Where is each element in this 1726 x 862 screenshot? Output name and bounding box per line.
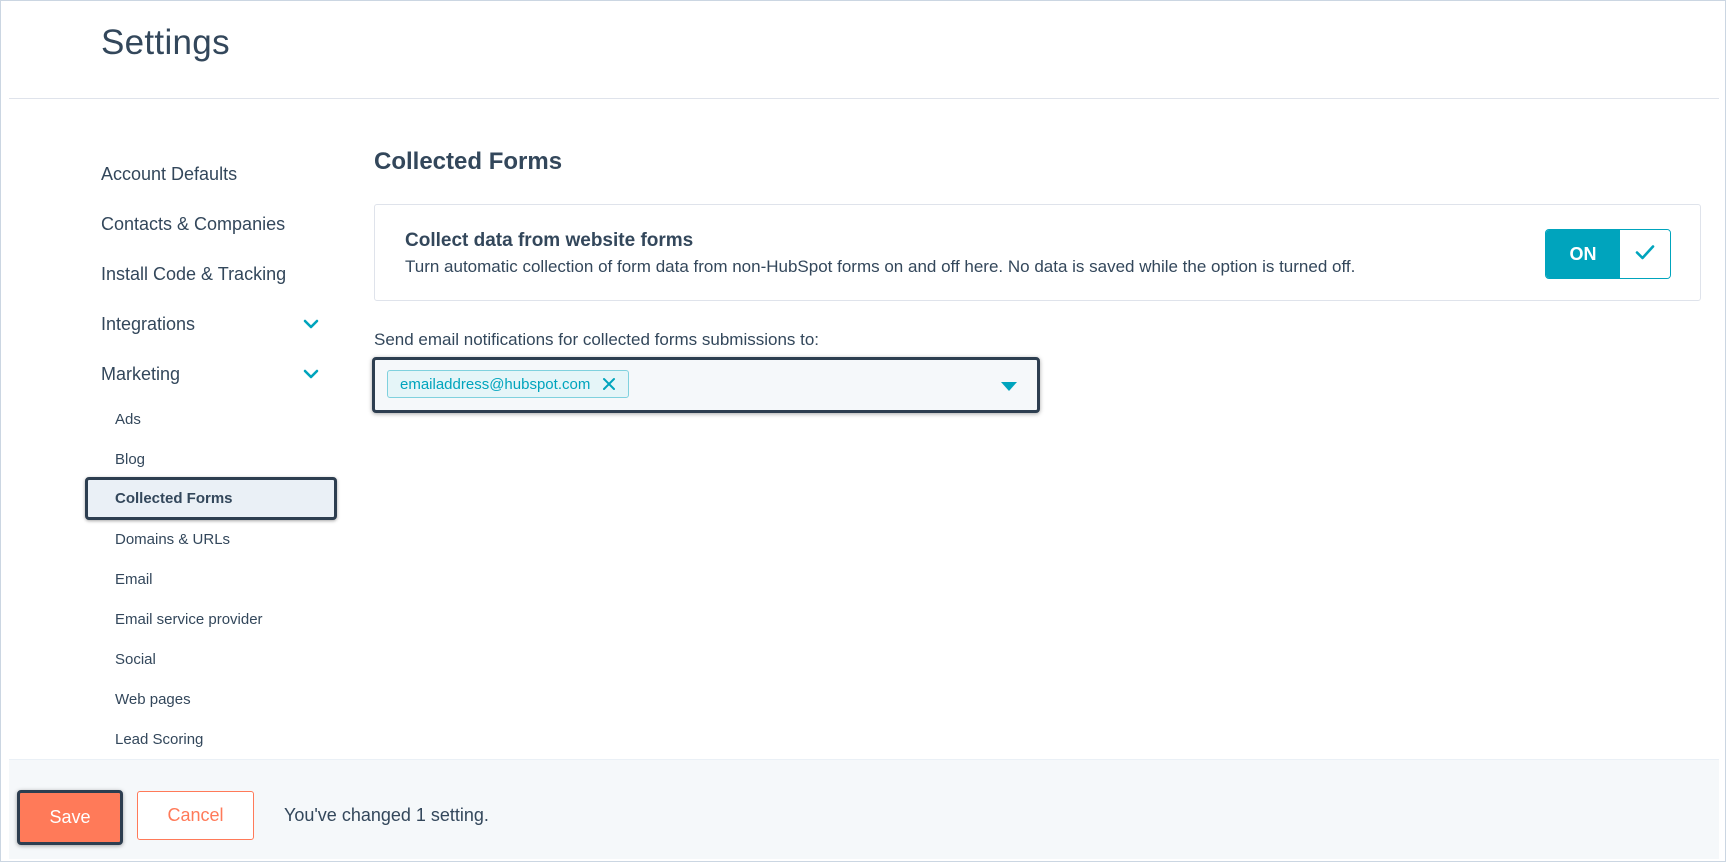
settings-window: Settings Account Defaults Contacts & Com… [0, 0, 1726, 862]
sidebar-subitem-collected-forms[interactable]: Collected Forms [85, 477, 337, 520]
check-icon [1632, 239, 1658, 270]
sidebar-item-label: Integrations [101, 313, 196, 334]
sidebar-subitem-email-service-provider[interactable]: Email service provider [85, 600, 337, 638]
sidebar-item-integrations[interactable]: Integrations [101, 309, 321, 339]
footer-bar: Save Cancel You've changed 1 setting. [9, 759, 1719, 859]
sidebar-subitem-social[interactable]: Social [85, 640, 337, 678]
sidebar-subitem-lead-scoring[interactable]: Lead Scoring [85, 720, 337, 758]
close-icon[interactable] [602, 377, 616, 391]
sidebar-subitem-label: Web pages [115, 690, 191, 708]
sidebar-subitem-label: Email [115, 570, 153, 588]
cancel-button[interactable]: Cancel [137, 791, 254, 840]
notification-recipients-select[interactable]: emailaddress@hubspot.com [372, 357, 1040, 413]
sidebar-item-marketing[interactable]: Marketing [101, 359, 321, 389]
header-divider [9, 98, 1719, 99]
toggle-label: ON [1546, 230, 1620, 278]
sidebar-subitem-label: Domains & URLs [115, 530, 231, 548]
sidebar-item-label: Install Code & Tracking [101, 263, 287, 284]
changes-status: You've changed 1 setting. [284, 805, 489, 825]
selected-email-tag: emailaddress@hubspot.com [387, 370, 630, 398]
save-button[interactable]: Save [17, 790, 123, 845]
section-title: Collected Forms [374, 148, 563, 175]
toggle-knob[interactable] [1620, 230, 1670, 278]
selected-email-text: emailaddress@hubspot.com [400, 375, 591, 393]
sidebar-subitem-label: Email service provider [115, 610, 263, 628]
collect-data-toggle[interactable]: ON [1545, 229, 1671, 279]
sidebar-subitem-label: Social [115, 650, 156, 668]
collect-data-card: Collect data from website forms Turn aut… [374, 204, 1701, 301]
sidebar-subitem-label: Ads [115, 410, 141, 428]
notifications-label: Send email notifications for collected f… [374, 330, 820, 349]
sidebar-subitem-email[interactable]: Email [85, 560, 337, 598]
chevron-down-icon[interactable] [301, 364, 321, 384]
page-title: Settings [101, 23, 230, 62]
sidebar-item-account-defaults[interactable]: Account Defaults [101, 159, 321, 189]
card-description: Turn automatic collection of form data f… [405, 257, 1356, 276]
sidebar-subitem-ads[interactable]: Ads [85, 400, 337, 438]
sidebar-subitem-blog[interactable]: Blog [85, 440, 337, 478]
caret-down-icon[interactable] [1001, 382, 1017, 391]
sidebar-item-label: Contacts & Companies [101, 213, 286, 234]
sidebar-item-label: Account Defaults [101, 163, 238, 184]
sidebar-item-install-code-tracking[interactable]: Install Code & Tracking [101, 259, 321, 289]
sidebar-subitem-web-pages[interactable]: Web pages [85, 680, 337, 718]
sidebar-subitem-label: Collected Forms [115, 490, 233, 507]
sidebar-item-label: Marketing [101, 363, 181, 384]
sidebar-item-contacts-companies[interactable]: Contacts & Companies [101, 209, 321, 239]
card-heading: Collect data from website forms [405, 230, 694, 251]
sidebar-subitem-label: Blog [115, 450, 146, 468]
chevron-down-icon[interactable] [301, 314, 321, 334]
sidebar-subitem-label: Lead Scoring [115, 730, 204, 748]
sidebar-subitem-domains-urls[interactable]: Domains & URLs [85, 520, 337, 558]
